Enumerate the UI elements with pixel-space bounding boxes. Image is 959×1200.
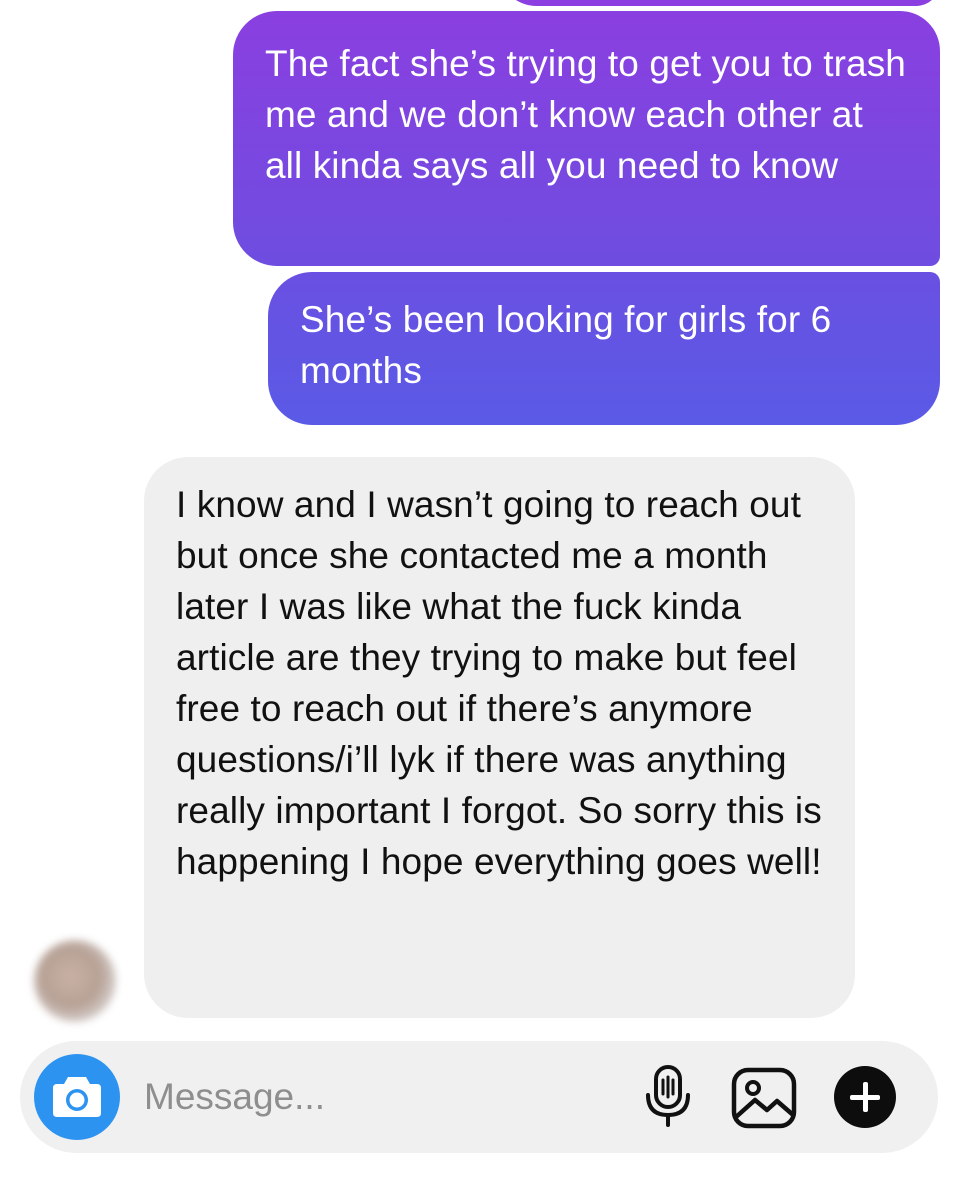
- message-input[interactable]: [144, 1069, 614, 1125]
- message-composer: [20, 1041, 938, 1153]
- message-text: The fact she’s trying to get you to tras…: [265, 43, 906, 186]
- outgoing-message-bubble[interactable]: She’s been looking for girls for 6 month…: [268, 272, 940, 425]
- image-gallery-icon[interactable]: [731, 1067, 797, 1129]
- incoming-message-bubble[interactable]: I know and I wasn’t going to reach out b…: [144, 457, 855, 1018]
- message-text: She’s been looking for girls for 6 month…: [300, 299, 832, 391]
- outgoing-message-bubble[interactable]: The fact she’s trying to get you to tras…: [233, 11, 940, 266]
- previous-outgoing-bubble-partial[interactable]: [497, 0, 940, 6]
- add-button[interactable]: [834, 1066, 896, 1128]
- message-thread: The fact she’s trying to get you to tras…: [0, 0, 959, 1200]
- microphone-icon[interactable]: [642, 1065, 694, 1129]
- camera-button[interactable]: [34, 1054, 120, 1140]
- contact-avatar[interactable]: [34, 940, 116, 1022]
- message-text: I know and I wasn’t going to reach out b…: [176, 484, 822, 882]
- camera-icon: [53, 1077, 101, 1117]
